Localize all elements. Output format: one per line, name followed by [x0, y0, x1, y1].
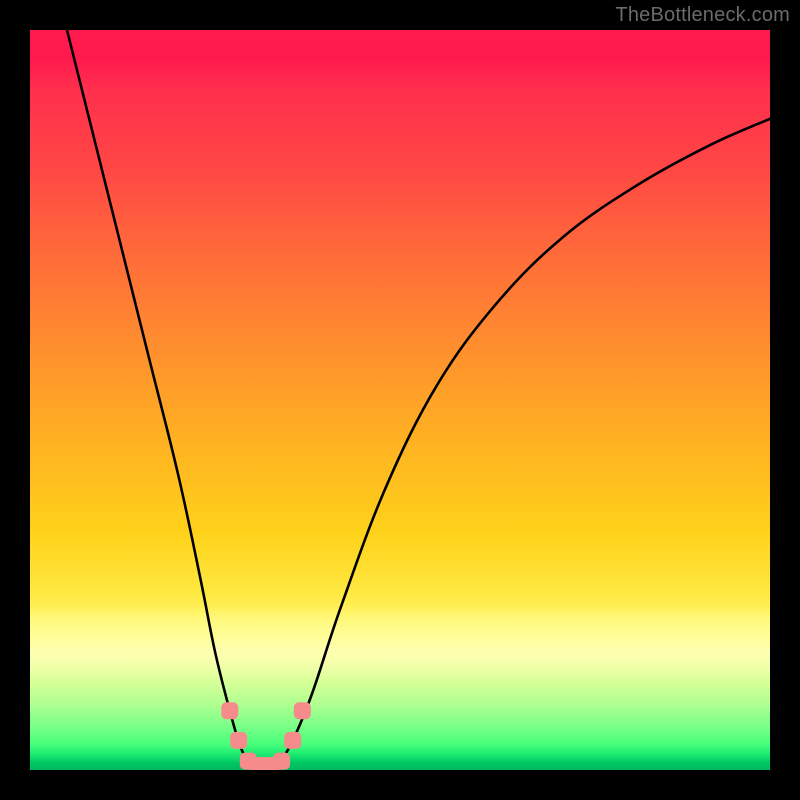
- bottleneck-curve: [67, 30, 770, 769]
- marker: [273, 753, 290, 770]
- curve-svg: [30, 30, 770, 770]
- plot-area: [30, 30, 770, 770]
- bottleneck-markers: [221, 702, 311, 770]
- marker: [284, 732, 301, 749]
- marker: [294, 702, 311, 719]
- chart-frame: TheBottleneck.com: [0, 0, 800, 800]
- watermark-text: TheBottleneck.com: [615, 4, 790, 27]
- marker: [221, 702, 238, 719]
- marker: [230, 732, 247, 749]
